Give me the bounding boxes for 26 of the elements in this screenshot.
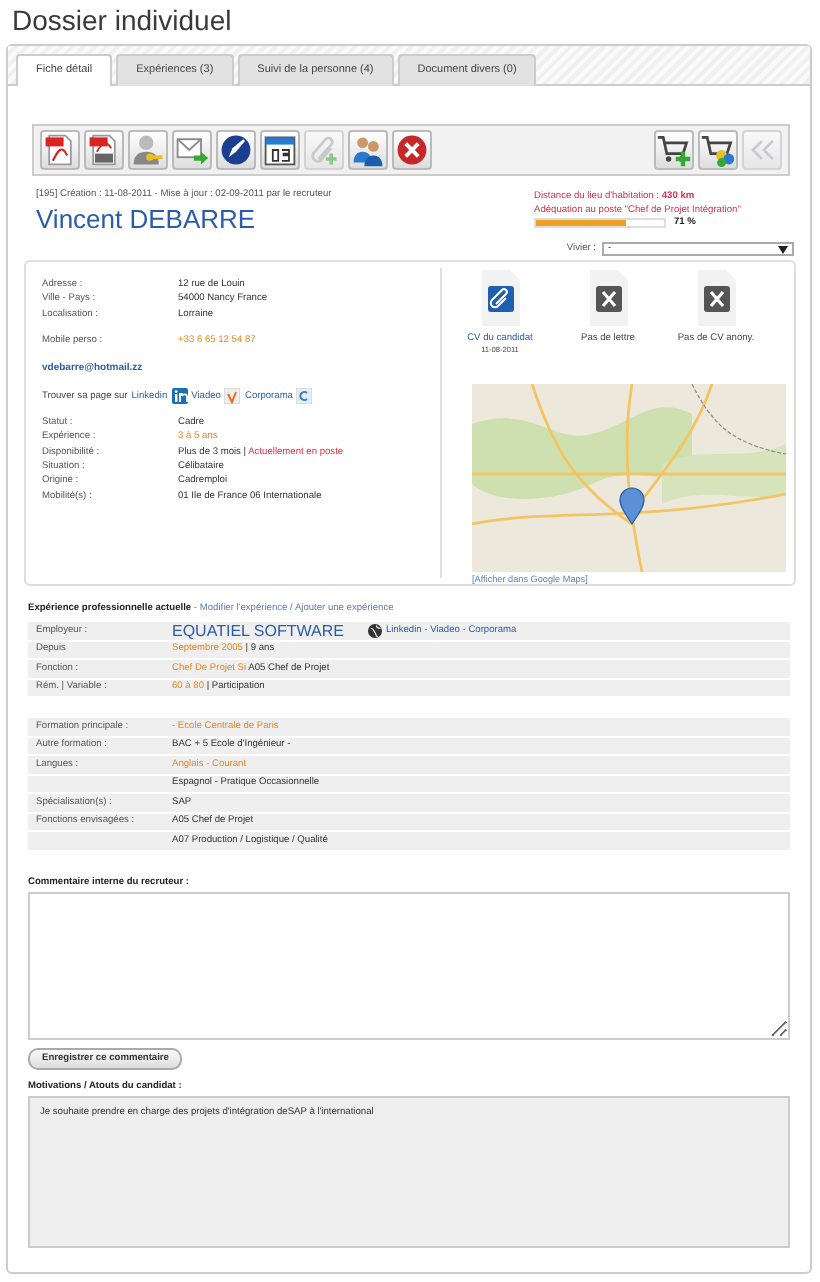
paperclip-add-icon [306,132,342,168]
users-icon [350,132,386,168]
toolbar-button[interactable] [260,130,300,170]
pen-icon [218,132,254,168]
viadeo-icon [224,388,241,405]
toolbar-button[interactable] [216,130,256,170]
delete-icon [394,132,430,168]
cart-add-icon [656,132,692,168]
linkedin-icon [171,388,188,405]
pdf-file-icon [42,132,78,168]
user-key-icon [130,132,166,168]
toolbar-button[interactable] [698,130,738,170]
dropdown-arrow-icon [778,245,788,253]
toolbar-button[interactable] [654,130,694,170]
toolbar-button[interactable] [348,130,388,170]
toolbar-button[interactable] [392,130,432,170]
cart-icon [700,132,736,168]
calendar-icon [262,132,298,168]
toolbar-button[interactable] [84,130,124,170]
page-title: Dossier individuel [10,2,234,40]
employer-name: EQUATIEL SOFTWARE [172,622,344,640]
pdf-file-icon [86,132,122,168]
mail-forward-icon [174,132,210,168]
comment-field[interactable] [28,891,790,1039]
corporama-icon [296,388,313,405]
candidate-name: Vincent DEBARRE [36,204,258,234]
